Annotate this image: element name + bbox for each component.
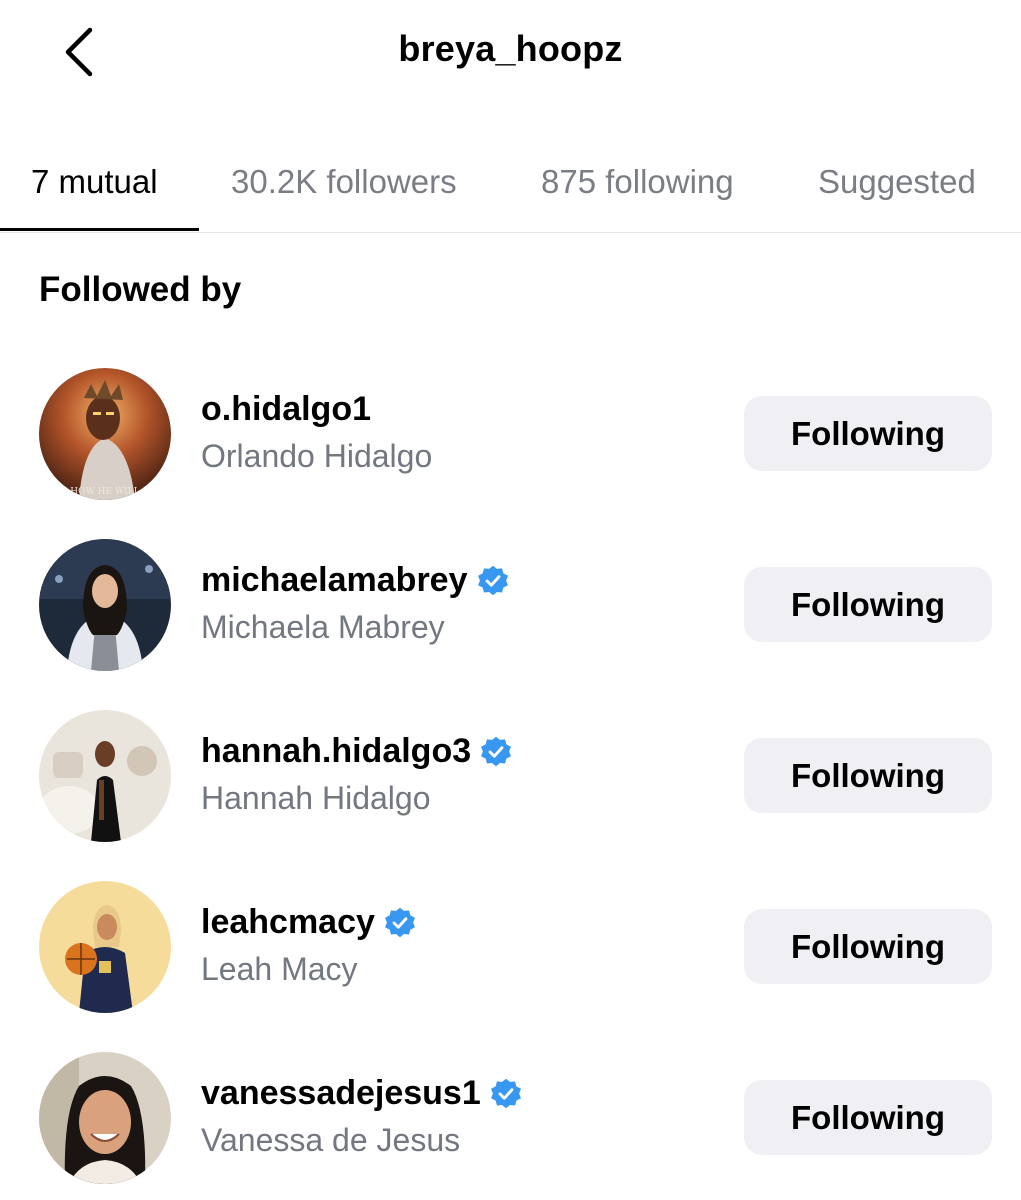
- avatar[interactable]: [39, 710, 171, 842]
- verified-badge-icon: [384, 907, 415, 937]
- following-button[interactable]: Following: [744, 909, 992, 984]
- verified-badge-icon: [481, 736, 512, 766]
- following-button[interactable]: Following: [744, 1080, 992, 1155]
- full-name: Michaela Mabrey: [201, 609, 445, 645]
- tab-followers[interactable]: 30.2K followers: [231, 140, 457, 232]
- username[interactable]: michaelamabrey: [201, 561, 510, 600]
- full-name: Orlando Hidalgo: [201, 438, 433, 474]
- tab-mutual[interactable]: 7 mutual: [31, 140, 158, 232]
- username[interactable]: hannah.hidalgo3: [201, 732, 513, 771]
- following-button[interactable]: Following: [744, 567, 992, 642]
- list-item[interactable]: vanessadejesus1 Vanessa de Jesus Followi…: [0, 1052, 1021, 1192]
- avatar[interactable]: [39, 1052, 171, 1184]
- header-bar: breya_hoopz: [0, 0, 1021, 110]
- verified-badge-icon: [477, 565, 508, 595]
- full-name: Leah Macy: [201, 951, 358, 987]
- avatar[interactable]: [39, 539, 171, 671]
- tab-bar: 7 mutual 30.2K followers 875 following S…: [0, 140, 1021, 233]
- active-tab-indicator: [0, 228, 199, 231]
- username-text: vanessadejesus1: [201, 1074, 481, 1112]
- username[interactable]: o.hidalgo1: [201, 390, 371, 429]
- username[interactable]: leahcmacy: [201, 903, 417, 942]
- following-button[interactable]: Following: [744, 396, 992, 471]
- section-title: Followed by: [39, 270, 242, 309]
- full-name: Hannah Hidalgo: [201, 780, 431, 816]
- username-text: o.hidalgo1: [201, 390, 371, 428]
- following-button[interactable]: Following: [744, 738, 992, 813]
- full-name: Vanessa de Jesus: [201, 1122, 461, 1158]
- verified-badge-icon: [490, 1078, 521, 1108]
- username-text: hannah.hidalgo3: [201, 732, 472, 770]
- tab-suggested[interactable]: Suggested: [818, 140, 976, 232]
- list-item[interactable]: hannah.hidalgo3 Hannah Hidalgo Following: [0, 710, 1021, 850]
- list-item[interactable]: HOW HE WILL o.hidalgo1 Orlando Hidalgo F…: [0, 368, 1021, 508]
- tab-following[interactable]: 875 following: [541, 140, 734, 232]
- svg-text:HOW HE WILL: HOW HE WILL: [70, 487, 139, 497]
- avatar[interactable]: HOW HE WILL: [39, 368, 171, 500]
- username-text: leahcmacy: [201, 903, 375, 941]
- page-title: breya_hoopz: [398, 28, 623, 69]
- avatar[interactable]: [39, 881, 171, 1013]
- list-item[interactable]: leahcmacy Leah Macy Following: [0, 881, 1021, 1021]
- username[interactable]: vanessadejesus1: [201, 1074, 523, 1113]
- username-text: michaelamabrey: [201, 561, 468, 599]
- list-item[interactable]: michaelamabrey Michaela Mabrey Following: [0, 539, 1021, 679]
